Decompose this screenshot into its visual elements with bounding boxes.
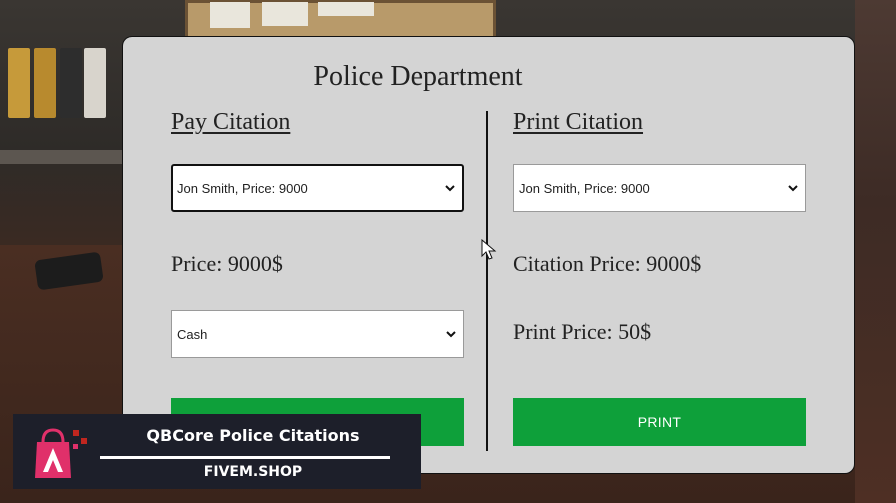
background-binder: [34, 48, 56, 118]
payment-method-select-value: Cash: [177, 326, 208, 342]
background-paper: [318, 2, 374, 16]
print-citation-select[interactable]: Jon Smith, Price: 9000: [513, 164, 806, 212]
watermark-badge: QBCore Police Citations FIVEM.SHOP: [13, 414, 421, 489]
print-button[interactable]: PRINT: [513, 398, 806, 446]
citation-panel: Police Department Pay Citation Jon Smith…: [122, 36, 855, 474]
background-right-edge: [855, 0, 896, 503]
print-citation-heading: Print Citation: [513, 109, 644, 135]
background-binder: [60, 48, 82, 118]
pay-citation-heading: Pay Citation: [171, 109, 291, 135]
background-binder: [8, 48, 30, 118]
pay-citation-select-value: Jon Smith, Price: 9000: [177, 180, 308, 196]
citation-price-label: Citation Price: 9000$: [513, 251, 702, 276]
print-citation-select-value: Jon Smith, Price: 9000: [519, 180, 650, 196]
badge-title: QBCore Police Citations: [146, 426, 360, 445]
shopping-bag-logo-icon: [35, 428, 87, 478]
chevron-down-icon: [788, 185, 798, 192]
badge-subtitle: FIVEM.SHOP: [203, 464, 303, 480]
background-paper: [210, 2, 250, 28]
chevron-down-icon: [446, 331, 456, 338]
badge-divider: [100, 456, 390, 459]
background-paper: [262, 2, 308, 26]
page-title: Police Department: [313, 61, 523, 92]
mouse-cursor-icon: [481, 239, 497, 260]
background-binder: [84, 48, 106, 118]
chevron-down-icon: [445, 185, 455, 192]
background-shelf: [0, 150, 122, 164]
print-price-label: Print Price: 50$: [513, 319, 652, 344]
payment-method-select[interactable]: Cash: [171, 310, 464, 358]
column-divider: [486, 111, 488, 451]
pay-citation-select[interactable]: Jon Smith, Price: 9000: [171, 164, 464, 212]
pay-price-label: Price: 9000$: [171, 251, 283, 276]
